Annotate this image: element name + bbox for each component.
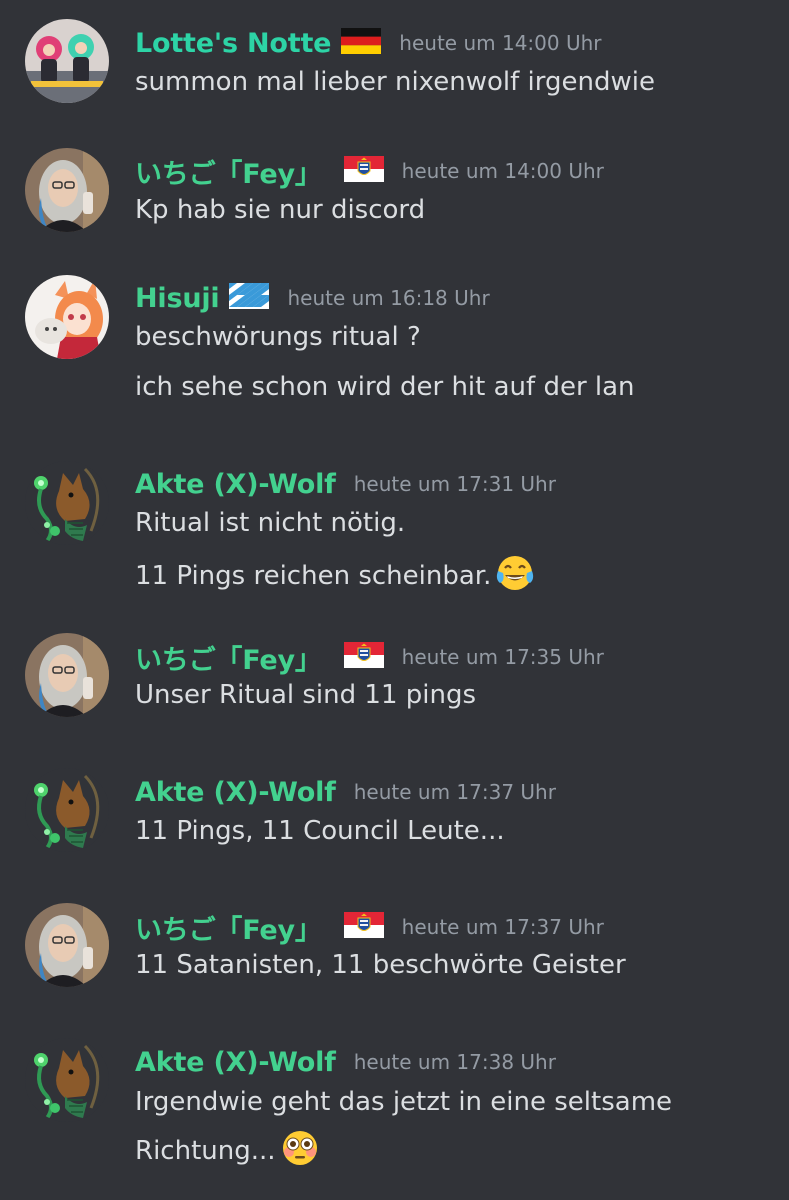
avatar[interactable] xyxy=(25,275,109,359)
message-text: Richtung... xyxy=(135,1136,276,1166)
avatar[interactable] xyxy=(25,1038,109,1122)
message-header: Akte (X)-Wolf heute um 17:37 Uhr xyxy=(135,775,556,809)
message-text: 11 Satanisten, 11 beschwörte Geister xyxy=(135,950,626,980)
message-header: いちご「Fey」 heute um 17:35 Uhr xyxy=(135,638,604,677)
username[interactable]: Hisuji xyxy=(135,283,220,314)
germany-flag-icon xyxy=(341,28,381,58)
message-text-row: 11 Pings reichen scheinbar. xyxy=(135,553,535,600)
avatar[interactable] xyxy=(25,461,109,545)
message-text: 11 Pings, 11 Council Leute... xyxy=(135,816,505,846)
message-text: Kp hab sie nur discord xyxy=(135,195,426,225)
flushed-face-emoji-icon xyxy=(280,1128,320,1175)
message-text: beschwörungs ritual ? xyxy=(135,322,421,352)
message-header: いちご「Fey」 heute um 14:00 Uhr xyxy=(135,152,604,191)
message-text: Ritual ist nicht nötig. xyxy=(135,508,406,538)
avatar[interactable] xyxy=(25,768,109,852)
avatar[interactable] xyxy=(25,903,109,987)
username[interactable]: いちご「Fey」 xyxy=(135,152,322,191)
timestamp: heute um 17:37 Uhr xyxy=(353,780,556,804)
timestamp: heute um 16:18 Uhr xyxy=(287,286,490,310)
message-text: 11 Pings reichen scheinbar. xyxy=(135,561,492,591)
message-header: Hisuji heute um 16:18 Uhr xyxy=(135,281,490,315)
message-text: Unser Ritual sind 11 pings xyxy=(135,680,477,710)
message-text: Irgendwie geht das jetzt in eine seltsam… xyxy=(135,1087,673,1117)
username[interactable]: いちご「Fey」 xyxy=(135,908,322,947)
tears-of-joy-emoji-icon xyxy=(495,553,535,600)
username[interactable]: Akte (X)-Wolf xyxy=(135,777,336,808)
hessen-flag-icon xyxy=(344,642,384,672)
avatar[interactable] xyxy=(25,19,109,103)
message-header: Lotte's Notte heute um 14:00 Uhr xyxy=(135,26,602,60)
timestamp: heute um 17:37 Uhr xyxy=(401,915,604,939)
message-text-row: Richtung... xyxy=(135,1128,320,1175)
timestamp: heute um 14:00 Uhr xyxy=(399,31,602,55)
timestamp: heute um 17:35 Uhr xyxy=(401,645,604,669)
message-text: ich sehe schon wird der hit auf der lan xyxy=(135,372,635,402)
message-header: いちご「Fey」 heute um 17:37 Uhr xyxy=(135,908,604,947)
hessen-flag-icon xyxy=(344,156,384,186)
bavaria-flag-icon xyxy=(229,283,269,313)
message-header: Akte (X)-Wolf heute um 17:31 Uhr xyxy=(135,467,556,501)
avatar[interactable] xyxy=(25,633,109,717)
timestamp: heute um 17:31 Uhr xyxy=(353,472,556,496)
message-header: Akte (X)-Wolf heute um 17:38 Uhr xyxy=(135,1045,556,1079)
username[interactable]: Akte (X)-Wolf xyxy=(135,1047,336,1078)
avatar[interactable] xyxy=(25,148,109,232)
username[interactable]: Lotte's Notte xyxy=(135,28,331,59)
message-text: summon mal lieber nixenwolf irgendwie xyxy=(135,67,655,97)
username[interactable]: いちご「Fey」 xyxy=(135,638,322,677)
timestamp: heute um 14:00 Uhr xyxy=(401,159,604,183)
username[interactable]: Akte (X)-Wolf xyxy=(135,469,336,500)
timestamp: heute um 17:38 Uhr xyxy=(353,1050,556,1074)
hessen-flag-icon xyxy=(344,912,384,942)
